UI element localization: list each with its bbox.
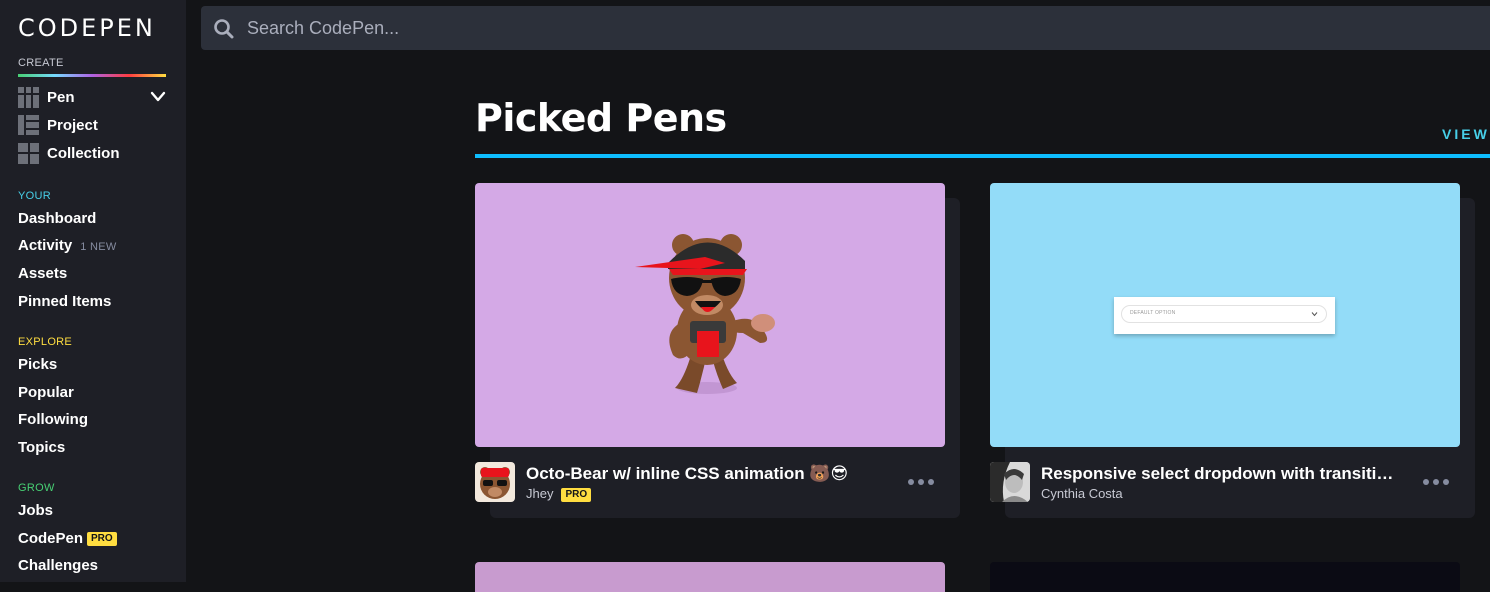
pen-preview[interactable]: DEFAULT OPTION <box>990 183 1460 447</box>
sidebar-item-dashboard[interactable]: Dashboard <box>18 209 96 229</box>
sidebar-item-following[interactable]: Following <box>18 410 88 430</box>
sidebar-item-codepen-pro[interactable]: CodePen PRO <box>18 529 117 549</box>
sidebar-item-picks[interactable]: Picks <box>18 355 57 375</box>
create-project-button[interactable]: Project <box>18 114 98 136</box>
dot <box>918 479 924 485</box>
collection-grid-icon <box>18 142 39 164</box>
person-avatar-icon <box>990 462 1030 502</box>
pen-card: Octo-Bear w/ inline CSS animation 🐻😎 Jhe… <box>475 183 960 518</box>
codepen-logo[interactable]: CODEPEN <box>18 14 166 42</box>
pen-author[interactable]: Jhey PRO <box>526 486 592 502</box>
grow-label: GROW <box>18 482 55 494</box>
logo-text: CODEPEN <box>18 14 156 42</box>
codepen-pro-label: CodePen <box>18 530 84 547</box>
dot <box>1423 479 1429 485</box>
create-pen-button[interactable]: Pen <box>18 86 75 108</box>
pen-author[interactable]: Cynthia Costa <box>1041 486 1123 502</box>
title-underline <box>475 154 1490 158</box>
select-default-option: DEFAULT OPTION <box>1130 310 1176 316</box>
author-avatar[interactable] <box>990 462 1030 502</box>
dot <box>1443 479 1449 485</box>
sidebar-item-activity[interactable]: Activity 1 NEW <box>18 236 117 257</box>
sidebar-item-challenges[interactable]: Challenges <box>18 556 98 576</box>
sidebar-item-assets[interactable]: Assets <box>18 264 67 284</box>
pen-grid-icon <box>18 86 39 108</box>
dot <box>928 479 934 485</box>
chevron-down-icon[interactable] <box>150 90 166 104</box>
sidebar-item-jobs[interactable]: Jobs <box>18 501 53 521</box>
sidebar: CODEPEN CREATE Pen Project Collection YO… <box>0 0 186 582</box>
create-rainbow-divider <box>18 74 166 77</box>
activity-label: Activity <box>18 237 73 254</box>
search-icon <box>214 19 234 39</box>
pen-card: DEFAULT OPTION Responsive select dropdow… <box>990 183 1475 518</box>
pen-preview[interactable] <box>475 183 945 447</box>
create-project-label: Project <box>47 116 98 134</box>
your-label: YOUR <box>18 190 51 202</box>
create-collection-label: Collection <box>47 144 120 162</box>
next-pen-preview[interactable] <box>990 562 1460 592</box>
more-options-button[interactable] <box>1420 473 1452 491</box>
explore-label: EXPLORE <box>18 336 73 348</box>
sidebar-item-topics[interactable]: Topics <box>18 438 65 458</box>
octo-bear-illustration <box>635 234 775 394</box>
author-name: Jhey <box>526 486 554 501</box>
sidebar-item-pinned-items[interactable]: Pinned Items <box>18 292 111 312</box>
search-input[interactable] <box>247 6 1477 50</box>
next-pen-preview[interactable] <box>475 562 945 592</box>
dot <box>1433 479 1439 485</box>
pen-title[interactable]: Octo-Bear w/ inline CSS animation 🐻😎 <box>526 464 886 484</box>
search-bar[interactable] <box>201 6 1490 50</box>
sidebar-item-popular[interactable]: Popular <box>18 383 74 403</box>
select-preview-box: DEFAULT OPTION <box>1114 297 1335 334</box>
create-label: CREATE <box>18 57 64 69</box>
project-grid-icon <box>18 114 39 136</box>
select-chevron-icon <box>1311 312 1318 317</box>
pro-badge: PRO <box>87 532 117 546</box>
bear-avatar-icon <box>475 462 515 502</box>
more-options-button[interactable] <box>905 473 937 491</box>
page-title: Picked Pens <box>475 96 727 140</box>
select-field: DEFAULT OPTION <box>1121 305 1327 323</box>
create-pen-label: Pen <box>47 88 75 106</box>
create-collection-button[interactable]: Collection <box>18 142 120 164</box>
author-avatar[interactable] <box>475 462 515 502</box>
dot <box>908 479 914 485</box>
view-all-link[interactable]: VIEW <box>1442 126 1490 142</box>
pen-title[interactable]: Responsive select dropdown with transiti… <box>1041 464 1401 484</box>
activity-new-badge: 1 NEW <box>80 241 117 253</box>
author-name: Cynthia Costa <box>1041 486 1123 501</box>
author-pro-badge: PRO <box>561 488 592 502</box>
